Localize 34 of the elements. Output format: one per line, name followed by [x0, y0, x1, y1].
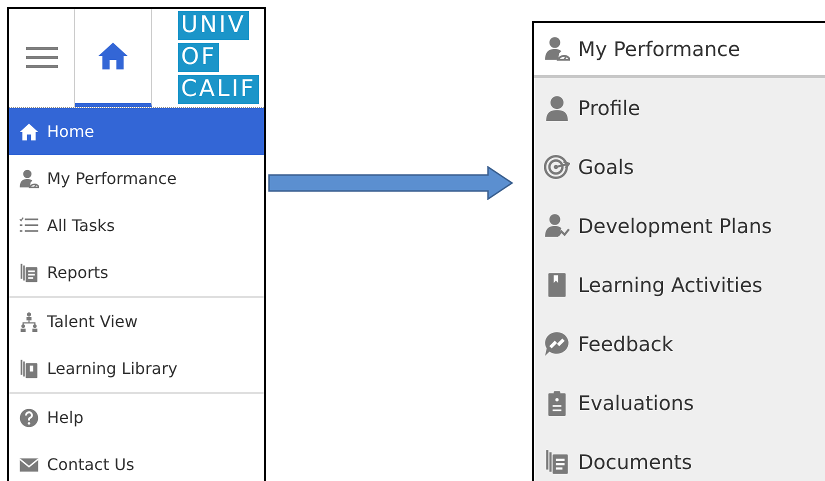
submenu-item[interactable]: Feedback — [534, 314, 825, 373]
stacked-books-icon — [19, 358, 39, 378]
submenu-item[interactable]: Evaluations — [534, 373, 825, 432]
submenu-item[interactable]: Documents — [534, 432, 825, 481]
menu-icon — [26, 47, 58, 69]
person-gauge-icon — [19, 168, 39, 188]
submenu-item[interactable]: Development Plans — [534, 196, 825, 255]
submenu-item[interactable]: Learning Activities — [534, 255, 825, 314]
speech-bubble-icon — [544, 330, 570, 356]
nav-item[interactable]: Home — [9, 108, 264, 155]
logo-text: UNIV — [178, 11, 249, 40]
home-tab[interactable] — [75, 9, 152, 107]
logo-text: OF — [178, 43, 220, 72]
nav-item[interactable]: Learning Library — [9, 345, 264, 392]
org-chart-icon — [19, 312, 39, 332]
nav-item[interactable]: Reports — [9, 249, 264, 296]
stacked-documents-icon — [544, 448, 570, 474]
logo-text: CALIF — [178, 75, 259, 104]
person-icon — [544, 94, 570, 120]
home-icon — [19, 122, 39, 142]
nav-item[interactable]: Contact Us — [9, 441, 264, 481]
target-icon — [544, 154, 570, 180]
home-icon — [97, 40, 129, 72]
submenu-item[interactable]: Goals — [534, 137, 825, 196]
nav-item[interactable]: All Tasks — [9, 202, 264, 249]
stacked-documents-icon — [19, 262, 39, 282]
nav-item[interactable]: Talent View — [9, 298, 264, 345]
submenu-header[interactable]: My Performance — [534, 23, 825, 78]
help-icon — [19, 408, 39, 428]
submenu-item[interactable]: Profile — [534, 78, 825, 137]
nav-item[interactable]: Help — [9, 394, 264, 441]
nav-item[interactable]: My Performance — [9, 155, 264, 202]
person-gauge-icon — [544, 36, 570, 62]
person-chart-icon — [544, 212, 570, 238]
